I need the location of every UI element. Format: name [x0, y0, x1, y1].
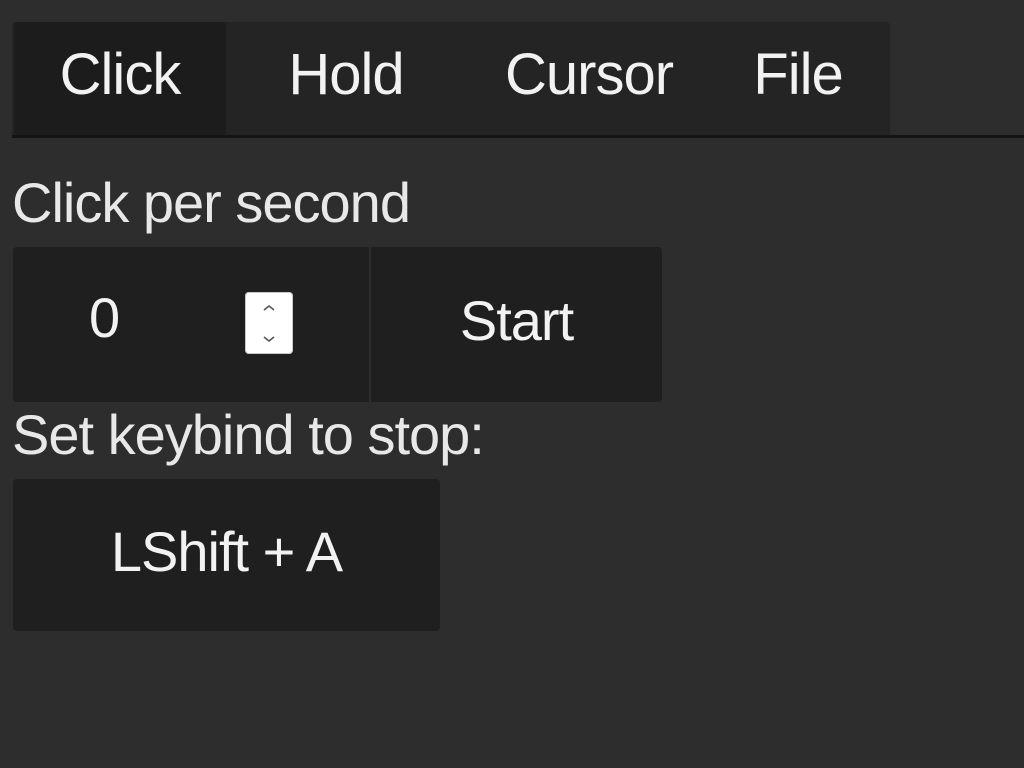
triangle-down-icon	[263, 335, 275, 342]
decrement-button[interactable]	[245, 323, 293, 354]
tab-cursor[interactable]: Cursor	[458, 22, 720, 135]
clicks-per-second-label: Click per second	[12, 171, 411, 234]
triangle-up-icon	[263, 304, 275, 311]
number-spinner[interactable]	[245, 292, 293, 354]
increment-button[interactable]	[245, 292, 293, 323]
autoclicker-window: Click Hold Cursor File Click per second …	[0, 0, 1024, 768]
tab-hold[interactable]: Hold	[236, 22, 456, 135]
clicks-per-second-row: 0 Start	[13, 247, 662, 402]
start-button[interactable]: Start	[371, 247, 662, 402]
stop-keybind-button[interactable]: LShift + A	[13, 479, 440, 631]
tab-bar: Click Hold Cursor File	[12, 22, 1024, 138]
clicks-per-second-value[interactable]: 0	[89, 285, 120, 350]
tab-click[interactable]: Click	[14, 22, 226, 135]
tab-file[interactable]: File	[722, 22, 874, 135]
stop-keybind-label: Set keybind to stop:	[12, 403, 485, 466]
clicks-per-second-input[interactable]: 0	[13, 247, 369, 402]
